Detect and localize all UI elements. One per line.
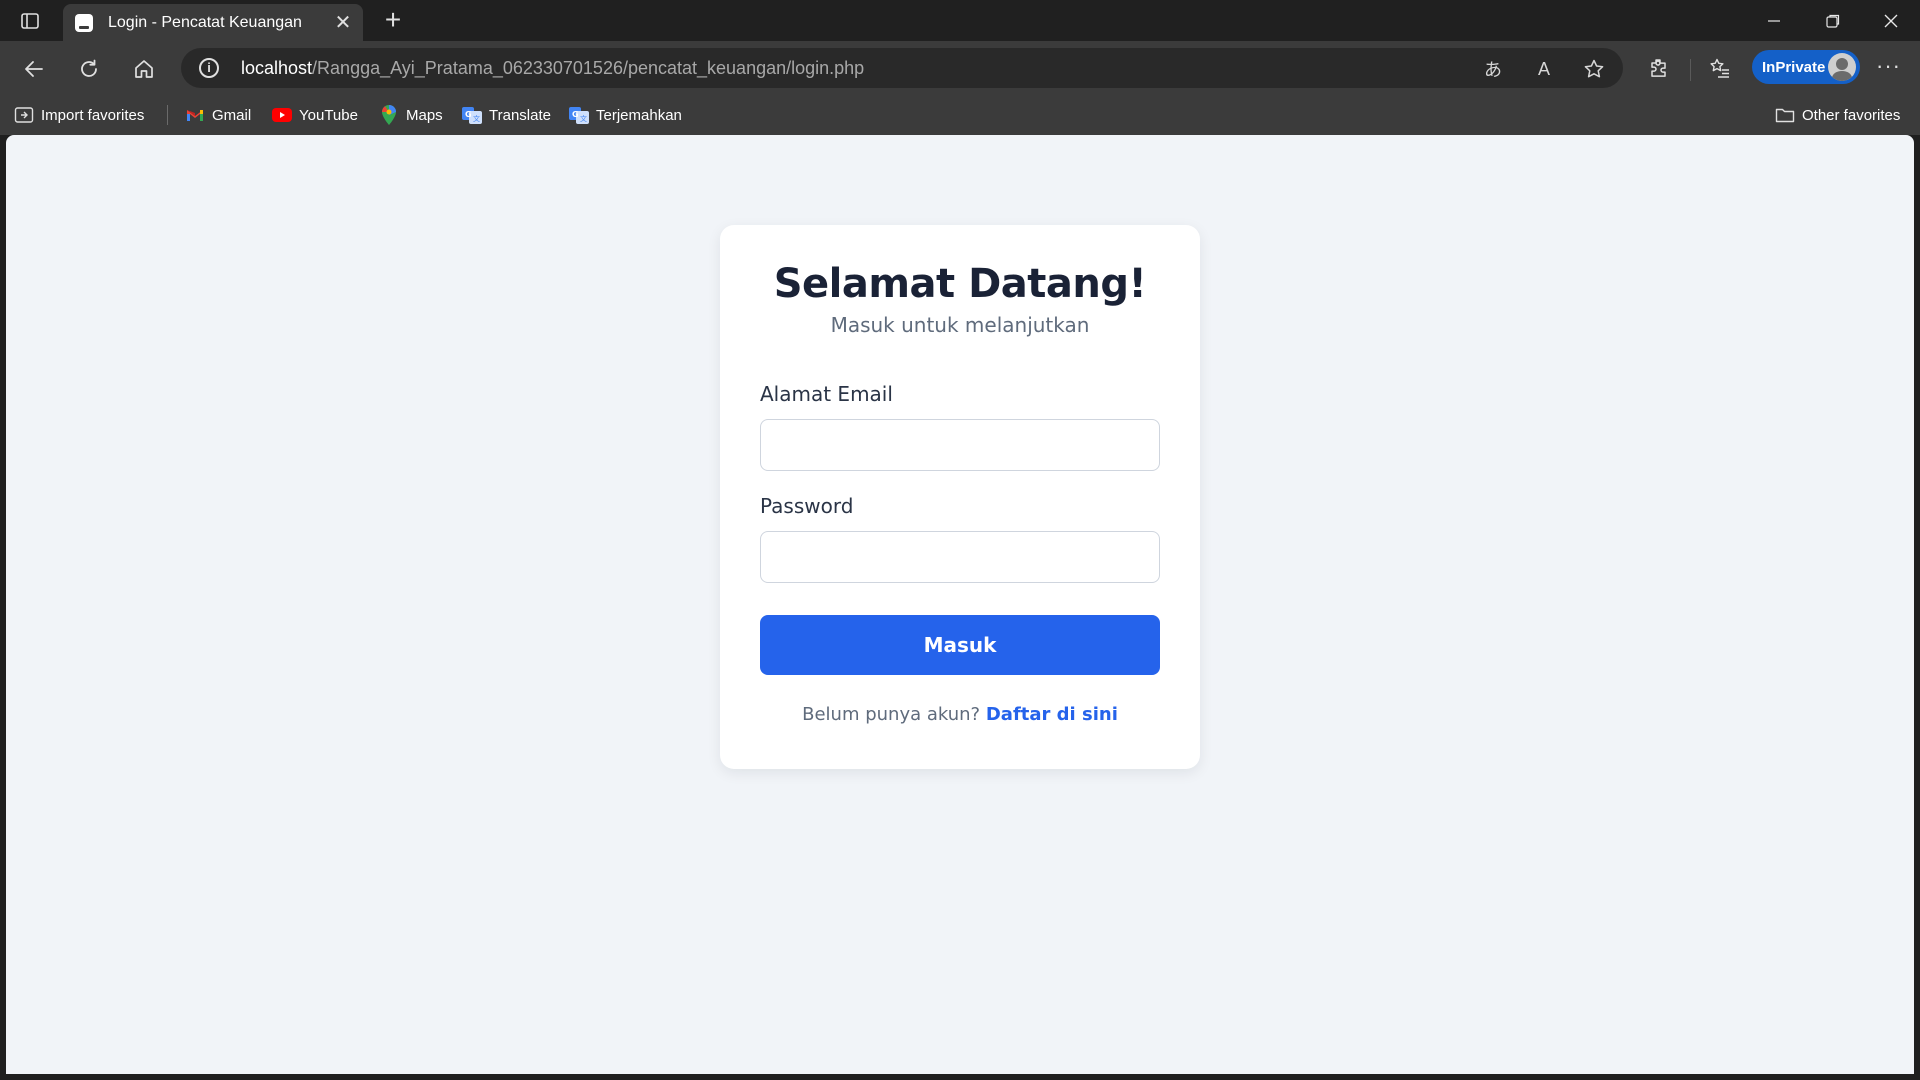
register-prompt: Belum punya akun? Daftar di sini	[720, 704, 1200, 725]
close-window-icon[interactable]	[1862, 0, 1920, 41]
bookmark-label: Import favorites	[41, 106, 145, 124]
more-menu-icon[interactable]: ···	[1876, 55, 1901, 77]
read-aloud-icon[interactable]: A	[1531, 56, 1557, 82]
bookmarks-bar: Import favorites Gmail YouTube Maps G文 T…	[0, 95, 1920, 135]
folder-icon	[1775, 105, 1795, 125]
toolbar-divider	[1690, 59, 1691, 81]
bookmark-label: YouTube	[299, 106, 358, 124]
back-icon[interactable]	[16, 51, 52, 87]
home-icon[interactable]	[126, 51, 162, 87]
translate-page-icon[interactable]: あ	[1480, 56, 1506, 82]
active-tab[interactable]: Login - Pencatat Keuangan ✕	[63, 4, 363, 41]
password-label: Password	[760, 494, 854, 518]
extensions-icon[interactable]	[1644, 53, 1674, 83]
refresh-icon[interactable]	[71, 51, 107, 87]
svg-text:文: 文	[473, 114, 480, 123]
bookmark-label: Other favorites	[1802, 106, 1901, 124]
svg-text:文: 文	[580, 114, 587, 123]
bookmark-terjemahkan[interactable]: G文 Terjemahkan	[569, 104, 682, 126]
bookmarks-divider	[167, 105, 168, 125]
new-tab-icon[interactable]: +	[378, 6, 408, 36]
inprivate-label: InPrivate	[1762, 58, 1826, 76]
minimize-icon[interactable]	[1745, 0, 1803, 41]
url-text[interactable]: localhost/Rangga_Ayi_Pratama_06233070152…	[241, 58, 864, 79]
title-bar: Login - Pencatat Keuangan ✕ +	[0, 0, 1920, 41]
bookmark-gmail[interactable]: Gmail	[185, 104, 251, 126]
tab-title: Login - Pencatat Keuangan	[108, 13, 302, 31]
login-subtitle: Masuk untuk melanjutkan	[830, 313, 1090, 337]
bookmark-label: Gmail	[212, 106, 252, 124]
bookmark-maps[interactable]: Maps	[379, 104, 443, 126]
bookmark-other-favorites[interactable]: Other favorites	[1775, 104, 1900, 126]
bookmark-translate[interactable]: G文 Translate	[462, 104, 551, 126]
register-prompt-text: Belum punya akun?	[802, 704, 981, 725]
email-field[interactable]	[760, 419, 1160, 471]
tab-actions-button[interactable]	[10, 6, 50, 36]
favorites-icon[interactable]	[1705, 53, 1735, 83]
login-title: Selamat Datang!	[773, 261, 1147, 307]
bookmark-youtube[interactable]: YouTube	[272, 104, 358, 126]
url-host: localhost	[241, 58, 313, 78]
close-tab-icon[interactable]: ✕	[333, 13, 353, 33]
address-bar[interactable]: i localhost/Rangga_Ayi_Pratama_062330701…	[181, 48, 1623, 88]
bookmark-label: Terjemahkan	[596, 106, 682, 124]
bookmark-label: Translate	[489, 106, 551, 124]
site-favicon-icon	[75, 13, 93, 32]
profile-avatar-icon	[1828, 53, 1856, 81]
restore-icon[interactable]	[1804, 0, 1862, 41]
bookmark-label: Maps	[406, 106, 443, 124]
inprivate-profile-button[interactable]: InPrivate	[1752, 50, 1860, 84]
add-favorite-star-icon[interactable]	[1581, 56, 1607, 82]
url-path: /Rangga_Ayi_Pratama_062330701526/pencata…	[312, 58, 865, 78]
tab-actions-icon	[21, 13, 39, 29]
svg-text:G: G	[465, 110, 472, 119]
browser-toolbar: i localhost/Rangga_Ayi_Pratama_062330701…	[0, 41, 1920, 95]
login-card: Selamat Datang! Masuk untuk melanjutkan …	[720, 225, 1200, 769]
svg-text:G: G	[572, 110, 579, 119]
site-info-icon[interactable]: i	[199, 58, 219, 78]
import-icon	[14, 105, 34, 125]
login-button[interactable]: Masuk	[760, 615, 1160, 675]
translate-icon: G文	[462, 105, 482, 125]
password-field[interactable]	[760, 531, 1160, 583]
youtube-icon	[272, 105, 292, 125]
email-label: Alamat Email	[760, 382, 893, 406]
page-viewport: Selamat Datang! Masuk untuk melanjutkan …	[6, 135, 1914, 1074]
bookmark-import-favorites[interactable]: Import favorites	[14, 104, 144, 126]
gmail-icon	[185, 105, 205, 125]
register-link[interactable]: Daftar di sini	[986, 704, 1118, 725]
maps-icon	[379, 105, 399, 125]
translate-icon: G文	[569, 105, 589, 125]
